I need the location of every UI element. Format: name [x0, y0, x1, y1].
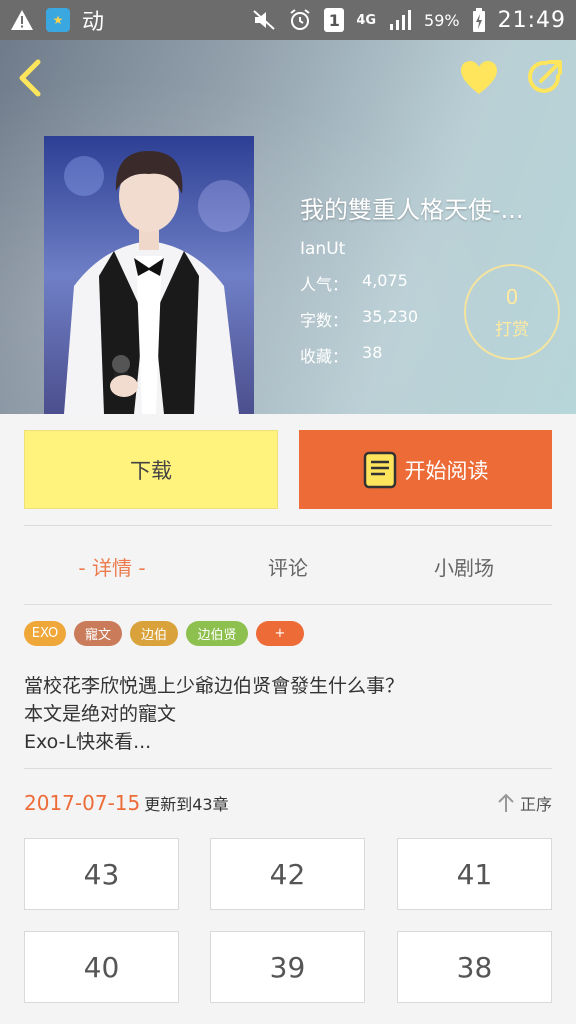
- book-header: 我的雙重人格天使-... IanUt 人气： 4,075 字数： 35,230 …: [0, 40, 576, 414]
- tip-button[interactable]: 0 打赏: [464, 264, 560, 360]
- chapter-button[interactable]: 38: [397, 931, 552, 1003]
- stat-label: 人气：: [300, 275, 349, 294]
- book-description: 當校花李欣悦遇上少爺边伯贤會發生什么事？ 本文是绝对的寵文 Exo-L快來看..…: [24, 672, 552, 756]
- tab-bar: - 详情 - 评论 小剧场: [24, 527, 552, 605]
- tip-label: 打赏: [495, 319, 529, 340]
- book-icon: [363, 451, 396, 488]
- stat-value: 38: [362, 343, 383, 362]
- sim-slot-badge: 1: [324, 8, 345, 32]
- start-reading-label: 开始阅读: [404, 458, 489, 483]
- heart-icon: [461, 61, 497, 94]
- book-author[interactable]: IanUt: [300, 239, 570, 259]
- stat-value: 35,230: [362, 307, 418, 326]
- chapter-button[interactable]: 42: [210, 838, 365, 910]
- tag-chip[interactable]: 边伯: [130, 621, 178, 646]
- chapter-button[interactable]: 40: [24, 931, 179, 1003]
- sort-order-label: 正序: [519, 795, 552, 814]
- update-info: 2017-07-15 更新到43章 正序: [24, 786, 552, 820]
- tag-chip[interactable]: 寵文: [74, 621, 122, 646]
- add-tag-button[interactable]: +: [256, 621, 304, 646]
- battery-charging-icon: [472, 8, 486, 32]
- mute-icon: [252, 9, 276, 31]
- divider: [24, 768, 552, 769]
- battery-percent: 59%: [424, 10, 460, 30]
- stat-value: 4,075: [362, 271, 408, 290]
- sort-order-button[interactable]: 正序: [496, 791, 552, 815]
- book-title: 我的雙重人格天使-...: [300, 196, 524, 224]
- tab-details[interactable]: - 详情 -: [24, 527, 200, 605]
- app-notification-label: 动: [82, 10, 105, 35]
- warning-icon: [10, 9, 34, 31]
- network-type: 4G: [356, 12, 377, 28]
- share-button[interactable]: [524, 56, 566, 98]
- alarm-icon: [288, 8, 312, 32]
- update-text: 更新到43章: [144, 795, 229, 814]
- divider: [24, 525, 552, 526]
- tab-theater[interactable]: 小剧场: [376, 527, 552, 605]
- chapter-button[interactable]: 43: [24, 838, 179, 910]
- favorite-button[interactable]: [458, 58, 500, 98]
- status-bar: ★ 动 1 4G 59% 21:49: [0, 0, 576, 40]
- tag-chip[interactable]: EXO: [24, 621, 66, 646]
- description-line: 本文是绝对的寵文: [24, 703, 177, 725]
- tab-comments[interactable]: 评论: [200, 527, 376, 605]
- download-button[interactable]: 下载: [24, 430, 278, 509]
- description-line: Exo-L快來看...: [24, 731, 152, 753]
- back-button[interactable]: [14, 58, 50, 98]
- update-date: 2017-07-15: [24, 791, 141, 815]
- tag-list: EXO 寵文 边伯 边伯贤 +: [24, 621, 304, 646]
- arrow-up-icon: [498, 793, 514, 812]
- download-label: 下载: [130, 458, 172, 483]
- book-cover-image[interactable]: [44, 136, 254, 414]
- stat-label: 收藏：: [300, 347, 349, 366]
- clock-time: 21:49: [497, 7, 566, 33]
- app-notification-icon: ★: [46, 8, 70, 32]
- signal-icon: [388, 9, 412, 31]
- chapter-button[interactable]: 39: [210, 931, 365, 1003]
- divider: [24, 604, 552, 605]
- start-reading-button[interactable]: 开始阅读: [299, 430, 552, 509]
- chapter-button[interactable]: 41: [397, 838, 552, 910]
- tip-count: 0: [505, 284, 519, 309]
- share-icon: [528, 60, 562, 93]
- tag-chip[interactable]: 边伯贤: [186, 621, 248, 646]
- chevron-left-icon: [19, 59, 41, 97]
- stat-label: 字数：: [300, 311, 349, 330]
- description-line: 當校花李欣悦遇上少爺边伯贤會發生什么事？: [24, 675, 405, 697]
